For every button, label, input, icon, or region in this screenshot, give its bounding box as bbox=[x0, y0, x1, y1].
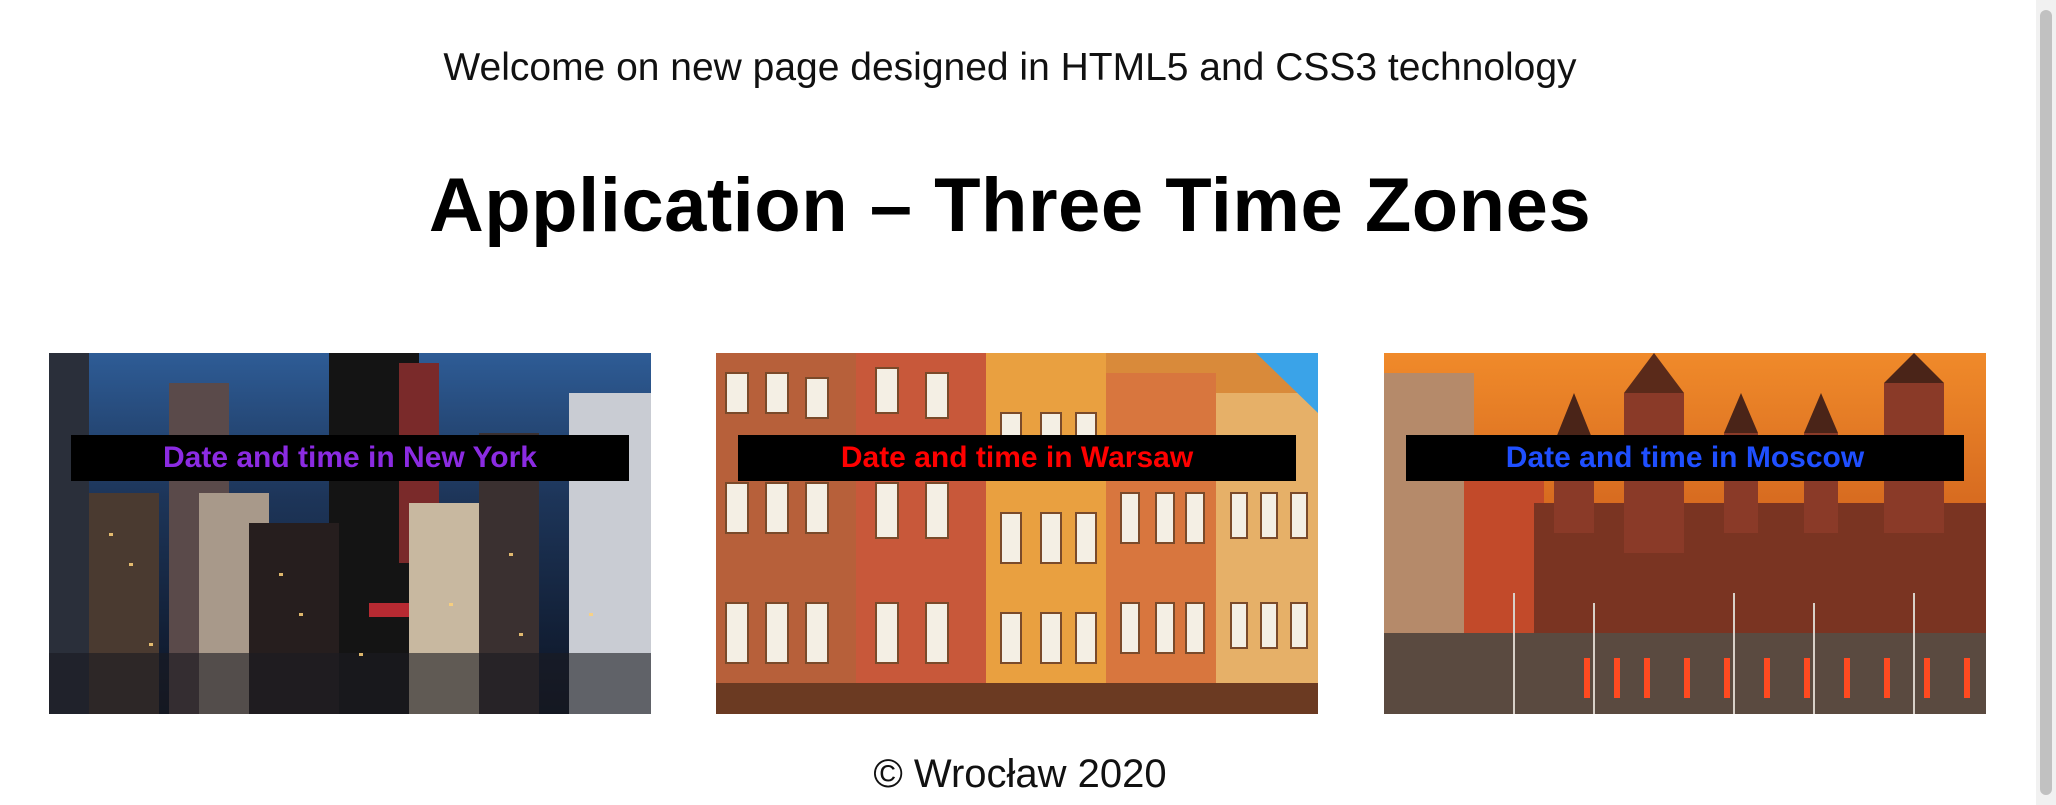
footer-copyright: © Wrocław 2020 bbox=[873, 752, 1167, 796]
new-york-caption-text: Date and time in New York bbox=[163, 441, 537, 474]
vertical-scrollbar[interactable] bbox=[2036, 0, 2056, 805]
moscow-panel: Date and time in Moscow bbox=[1384, 353, 1986, 714]
warsaw-caption-text: Date and time in Warsaw bbox=[840, 441, 1194, 474]
moscow-caption: Date and time in Moscow bbox=[1406, 435, 1964, 481]
new-york-caption: Date and time in New York bbox=[71, 435, 629, 481]
moscow-caption-text: Date and time in Moscow bbox=[1505, 441, 1865, 474]
new-york-photo bbox=[49, 353, 651, 714]
page: Welcome on new page designed in HTML5 an… bbox=[0, 0, 2056, 805]
warsaw-caption: Date and time in Warsaw bbox=[738, 435, 1296, 481]
page-title: Application – Three Time Zones bbox=[428, 163, 1592, 248]
new-york-panel: Date and time in New York bbox=[49, 353, 651, 714]
moscow-photo bbox=[1384, 353, 1986, 714]
scrollbar-thumb[interactable] bbox=[2040, 10, 2052, 795]
warsaw-photo bbox=[716, 353, 1318, 714]
welcome-text: Welcome on new page designed in HTML5 an… bbox=[443, 46, 1577, 89]
warsaw-panel: Date and time in Warsaw bbox=[716, 353, 1318, 714]
